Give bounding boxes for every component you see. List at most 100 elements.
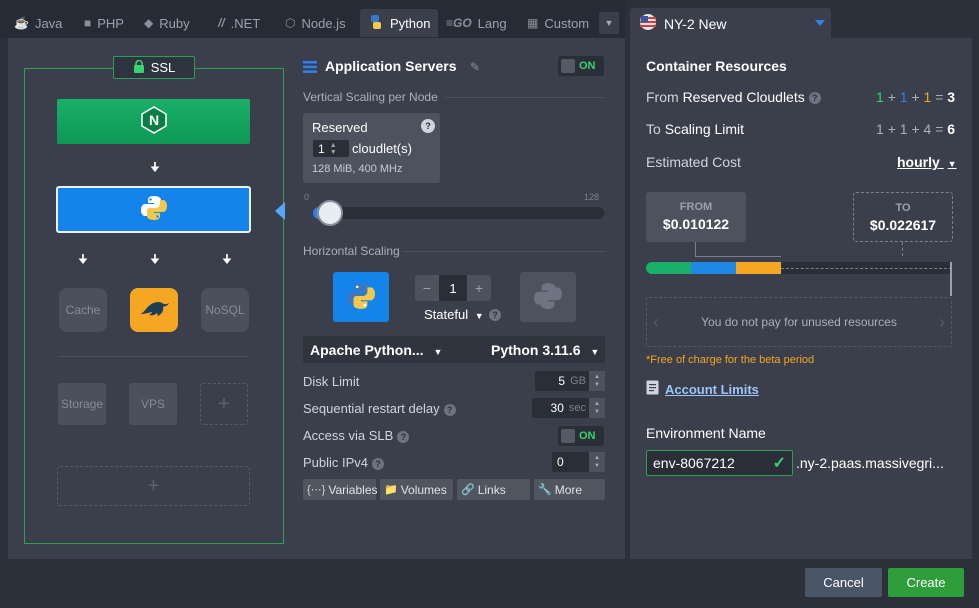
account-limits-link[interactable]: Account Limits (646, 380, 759, 398)
cancel-button[interactable]: Cancel (805, 568, 882, 597)
reserved-label: Reserved (312, 120, 368, 135)
tab-python[interactable]: Python (360, 9, 439, 37)
help-icon[interactable]: ? (808, 92, 821, 105)
scaling-slider-thumb[interactable] (317, 200, 343, 226)
add-node-button[interactable]: + (200, 383, 248, 425)
chevron-down-icon (815, 20, 825, 26)
pencil-icon[interactable]: ✎ (470, 60, 480, 74)
estimated-cost-label: Estimated Cost (646, 154, 741, 170)
env-domain: .ny-2.paas.massivegri... (796, 455, 944, 471)
more-button[interactable]: 🔧 More (534, 479, 605, 500)
restart-delay-row: Sequential restart delay? (303, 401, 456, 416)
python-icon (533, 281, 563, 314)
svg-text:N: N (148, 112, 158, 128)
version-select[interactable]: Python 3.11.6 ▼ (491, 342, 599, 358)
scaling-slider-track[interactable] (313, 207, 604, 219)
cache-node[interactable]: Cache (59, 288, 107, 332)
horizontal-scaling-label: Horizontal Scaling (303, 244, 400, 258)
volumes-button[interactable]: 📁 Volumes (380, 479, 453, 500)
node-type-python-secondary[interactable] (520, 272, 576, 322)
tab-custom[interactable]: ▦ Custom (527, 9, 589, 37)
chevron-left-icon: ‹ (653, 311, 659, 332)
tab-ruby[interactable]: ◆ Ruby (144, 9, 190, 37)
folder-icon: 📁 (384, 484, 398, 496)
nosql-node[interactable]: NoSQL (201, 288, 249, 332)
server-select[interactable]: Apache Python... ▼ (310, 342, 442, 358)
tab-go[interactable]: ≡GO Lang (446, 9, 507, 37)
sql-database-node[interactable] (130, 288, 178, 332)
cost-bar-segment (646, 262, 691, 274)
arrow-down-icon: 🠋 (78, 252, 88, 266)
plus-icon[interactable]: + (467, 280, 491, 296)
reserved-spec: 128 MiB, 400 MHz (312, 163, 403, 175)
plus-icon: + (218, 392, 230, 415)
help-icon[interactable]: ? (443, 403, 456, 416)
variables-button[interactable]: {⋯} Variables (303, 479, 378, 500)
stepper-icon[interactable]: ▲ ▼ (589, 452, 605, 472)
chevron-down-icon: ▼ (604, 18, 614, 28)
chevron-down-icon: ▼ (947, 159, 957, 169)
scaling-limit-row: To Scaling Limit (646, 121, 745, 137)
chevron-down-icon: ▼ (590, 347, 600, 357)
arrow-down-icon: 🠋 (150, 160, 160, 174)
slider-max: 128 (584, 192, 600, 202)
cost-bar-segment (691, 262, 736, 274)
env-name-input[interactable]: env-8067212 ✓ (646, 450, 793, 476)
java-icon: ☕ (14, 16, 29, 30)
minus-icon[interactable]: − (415, 280, 439, 296)
ipv4-input[interactable]: 0 ▲ ▼ (552, 452, 605, 472)
arrow-down-icon: 🠋 (222, 252, 232, 266)
ipv4-row: Public IPv4? (303, 455, 385, 470)
node-count-stepper[interactable]: − 1 + (415, 275, 491, 301)
slider-min: 0 (304, 192, 310, 202)
scaling-limit-sum: 1 + 1 + 4 = 6 (876, 121, 956, 137)
create-button[interactable]: Create (888, 568, 964, 597)
reserved-cloudlets-row: From Reserved Cloudlets? (646, 89, 821, 105)
reserved-cloudlets-input[interactable]: 1 ▲ ▼ (313, 140, 349, 157)
stepper-icon[interactable]: ▲ ▼ (589, 371, 605, 391)
lock-icon (133, 59, 145, 76)
tab-nodejs[interactable]: ⬡ Node.js (285, 9, 346, 37)
more-tabs-dropdown[interactable]: ▼ (599, 12, 619, 34)
load-balancer-node[interactable]: N (57, 99, 250, 144)
help-icon[interactable]: ? (489, 309, 501, 321)
storage-node[interactable]: Storage (58, 383, 106, 425)
node-type-python[interactable] (333, 272, 389, 322)
stepper-icon[interactable]: ▲ ▼ (589, 398, 605, 418)
mariadb-icon (137, 296, 171, 325)
links-button[interactable]: 🔗 Links (457, 479, 530, 500)
region-label: NY-2 New (664, 15, 727, 32)
us-flag-icon (640, 14, 656, 33)
tab-java[interactable]: ☕ Java (14, 9, 62, 37)
ruby-icon: ◆ (144, 16, 154, 30)
check-icon: ✓ (772, 455, 786, 472)
python-icon (368, 14, 384, 33)
help-icon[interactable]: ? (397, 430, 410, 443)
chevron-down-icon: ▼ (474, 311, 484, 321)
app-servers-title: Application Servers (325, 58, 457, 74)
cost-period-dropdown[interactable]: hourly ▼ (897, 154, 957, 170)
vps-node[interactable]: VPS (129, 383, 177, 425)
divider (404, 251, 605, 252)
beta-note: *Free of charge for the beta period (646, 354, 815, 366)
help-icon[interactable]: ? (372, 457, 385, 470)
region-selector[interactable]: NY-2 New (630, 8, 831, 39)
slb-row: Access via SLB? (303, 428, 410, 443)
slb-toggle[interactable]: ON (558, 426, 604, 446)
stateful-dropdown[interactable]: Stateful ▼ (424, 307, 484, 322)
disk-limit-input[interactable]: 5 GB ▲ ▼ (535, 371, 605, 391)
add-layer-button[interactable]: + (57, 466, 250, 506)
go-icon: ≡GO (446, 16, 472, 30)
help-icon[interactable]: ? (421, 119, 435, 133)
app-servers-toggle[interactable]: ON (558, 56, 604, 76)
ssl-toggle[interactable]: SSL (113, 56, 195, 79)
variables-icon: {⋯} (307, 484, 326, 496)
divider (58, 356, 248, 357)
wrench-icon: 🔧 (538, 484, 552, 496)
python-app-server-node[interactable] (56, 186, 251, 233)
tab-php[interactable]: ■ PHP (84, 9, 124, 37)
python-icon (346, 281, 376, 314)
restart-delay-input[interactable]: 30 sec ▲ ▼ (532, 398, 605, 418)
tab-dotnet[interactable]: // .NET (218, 9, 260, 37)
nginx-icon: N (140, 106, 167, 137)
